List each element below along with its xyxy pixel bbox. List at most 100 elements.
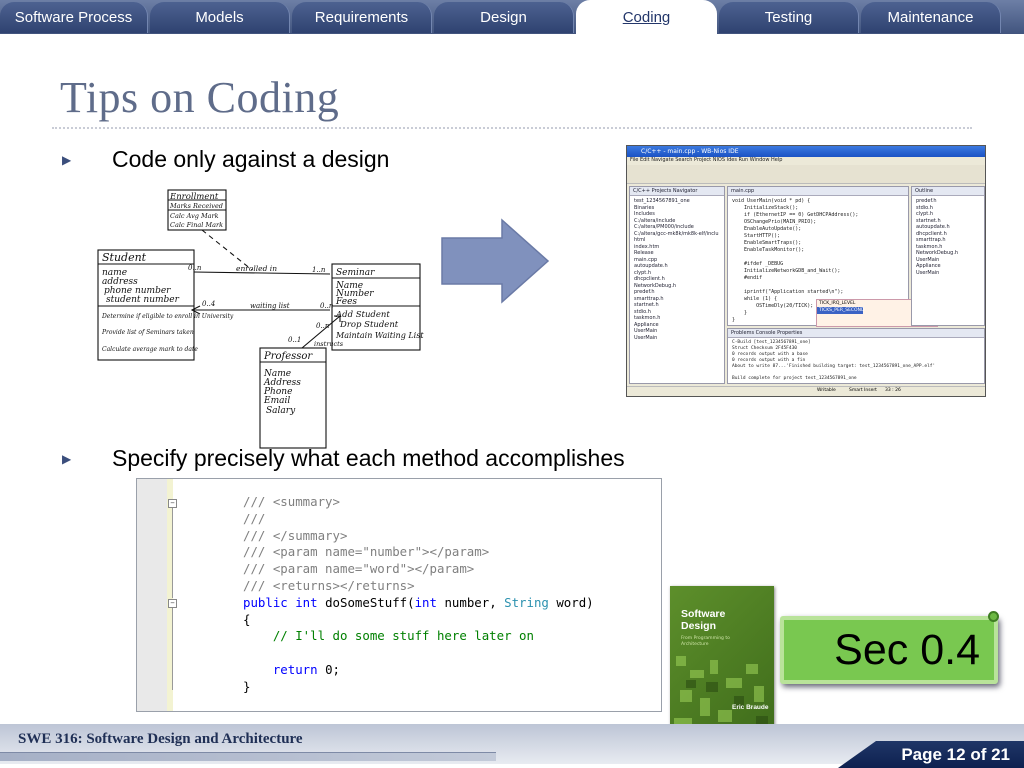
uml-enrollment-method: Calc Final Mark — [170, 221, 223, 229]
code-lines: /// <summary>////// </summary>/// <param… — [243, 494, 594, 696]
fold-line — [172, 508, 173, 598]
code-token: <summary> — [272, 494, 340, 509]
book-author: Eric Braude — [732, 704, 769, 711]
tab-maintenance[interactable]: Maintenance — [861, 2, 1001, 33]
pin-icon — [988, 611, 999, 622]
code-line: // I'll do some stuff here later on — [243, 628, 594, 645]
ide-console-pane: Problems Console Properties C-Build [tes… — [727, 328, 985, 384]
ide-outline-pane: Outline predef.h stdio.h clypt.h startnet.h… — [911, 186, 985, 326]
uml-multiplicity: 1..n — [312, 266, 326, 274]
uml-student-method: Determine if eligible to enroll in Unive… — [101, 313, 234, 320]
title-divider — [52, 127, 972, 129]
ide-code-line: InitializeNetworkGDB_and_Wait(); — [732, 268, 841, 274]
code-token: int — [414, 594, 445, 610]
code-token: doSomeStuff( — [325, 594, 415, 610]
uml-student-method: Provide list of Seminars taken — [101, 329, 194, 336]
ide-code-line: StartHTTP(); — [732, 233, 781, 239]
code-token: int — [295, 594, 326, 610]
code-token: number, — [444, 594, 505, 610]
uml-seminar-name: Seminar — [336, 268, 375, 278]
uml-student-method: Calculate average mark to date — [102, 346, 198, 353]
code-line: } — [243, 679, 594, 696]
uml-multiplicity: 0..1 — [288, 336, 301, 344]
book-subtitle: From Programming to Architecture — [681, 636, 730, 647]
code-token: /// — [243, 510, 266, 526]
uml-seminar-attr: Fees — [335, 297, 357, 307]
uml-student-name: Student — [102, 251, 147, 264]
bullet-arrow-icon: ▶ — [62, 152, 72, 167]
code-line: { — [243, 612, 594, 629]
ide-outline-item: UserMain — [916, 269, 940, 276]
code-token: <param name="number"></param> — [272, 544, 490, 560]
tab-requirements[interactable]: Requirements — [292, 2, 432, 33]
code-token: /// — [243, 494, 273, 509]
book-title: Software Design — [681, 608, 726, 632]
tab-design[interactable]: Design — [434, 2, 574, 33]
uml-professor-attr: Email — [263, 396, 290, 406]
ide-screenshot: C/C++ - main.cpp - WB-Nios IDE File Edit… — [626, 145, 986, 397]
book-cover: Software Design From Programming to Arch… — [670, 586, 774, 738]
code-token: /// — [243, 527, 273, 543]
code-token: </summary> — [272, 527, 348, 543]
code-line: public int doSomeStuff(int number, Strin… — [243, 595, 594, 612]
code-token: /// — [243, 577, 273, 593]
tab-models[interactable]: Models — [150, 2, 290, 33]
ide-toolbar — [627, 165, 985, 184]
ide-editor-tab: main.cpp — [728, 187, 908, 196]
uml-seminar-method: Add Student — [335, 310, 390, 320]
uml-multiplicity: 0..n — [188, 264, 202, 272]
code-token: /// — [243, 544, 273, 560]
code-line: return 0; — [243, 662, 594, 679]
ide-code-line: void UserMain(void * pd) { — [732, 198, 811, 204]
uml-professor-name: Professor — [263, 351, 313, 362]
ide-status-item: 33 : 26 — [885, 388, 901, 393]
code-token: } — [243, 678, 251, 694]
tab-coding[interactable]: Coding — [576, 0, 717, 34]
ide-console-output: C-Build [test_1234567891_one] Struct Chec… — [728, 338, 984, 384]
code-token: // I'll do some stuff here later on — [243, 628, 534, 644]
ide-console-line: Build complete for project test_12345678… — [732, 376, 857, 381]
tab-testing[interactable]: Testing — [719, 2, 859, 33]
code-line: /// <summary> — [243, 494, 594, 511]
ide-code-line: EnableAutoUpdate(); — [732, 226, 802, 232]
code-token: /// — [243, 561, 273, 577]
ide-code-line: #endif — [732, 275, 763, 281]
code-line: /// — [243, 511, 594, 528]
ide-autocomplete-item: TICKS_PER_SECOND — [817, 307, 865, 314]
ide-editor-pane: main.cpp void UserMain(void * pd) { Init… — [727, 186, 938, 327]
fold-toggle-icon: − — [168, 599, 177, 608]
code-gutter — [137, 479, 168, 711]
code-token: { — [243, 611, 251, 627]
uml-seminar-method: Drop Student — [339, 320, 399, 330]
code-token: return — [272, 661, 326, 677]
uml-professor-attr: Salary — [266, 406, 296, 416]
ide-code-line — [732, 254, 904, 261]
ide-code-line: iprintf("Application started\n"); — [732, 289, 844, 295]
tab-software-process[interactable]: Software Process — [0, 2, 148, 33]
right-arrow-icon — [441, 218, 550, 304]
ide-status-item: Smart Insert — [849, 388, 877, 393]
ide-code-line: OSChangePrio(MAIN_PRIO); — [732, 219, 817, 225]
uml-multiplicity: 0..n — [316, 322, 330, 330]
code-token: word) — [556, 594, 594, 610]
uml-assoc-label: instructs — [314, 340, 344, 348]
ide-code-line: #ifdef _DEBUG — [732, 261, 784, 267]
ide-status-bar: Writable Smart Insert 33 : 26 — [627, 386, 985, 396]
ide-code-line — [732, 282, 904, 289]
top-tab-bar: Software Process Models Requirements Des… — [0, 0, 1024, 34]
ide-console-tabs: Problems Console Properties — [728, 329, 984, 338]
code-token: <returns></returns> — [272, 577, 415, 593]
uml-assoc-label: waiting list — [250, 302, 290, 310]
uml-class-sketch: Enrollment Marks Received Calc Avg Mark … — [97, 189, 424, 449]
uml-seminar-method: Maintain Waiting List — [335, 331, 424, 340]
bullet-code-against-design: ▶ Code only against a design — [62, 146, 389, 173]
course-title: SWE 316: Software Design and Architectur… — [18, 731, 303, 747]
ide-project-tree: test_1234567891_one Binaries Includes C:/al… — [630, 196, 724, 343]
ide-tree-item: UserMain — [634, 334, 658, 341]
ide-menu-bar: File Edit Navigate Search Project NIOS I… — [627, 157, 985, 165]
ide-code-line: if (EthernetIP == 0) GetDHCPAddress(); — [732, 212, 859, 218]
code-line: /// <param name="number"></param> — [243, 544, 594, 561]
code-line: /// <param name="word"></param> — [243, 561, 594, 578]
code-line: /// </summary> — [243, 528, 594, 545]
